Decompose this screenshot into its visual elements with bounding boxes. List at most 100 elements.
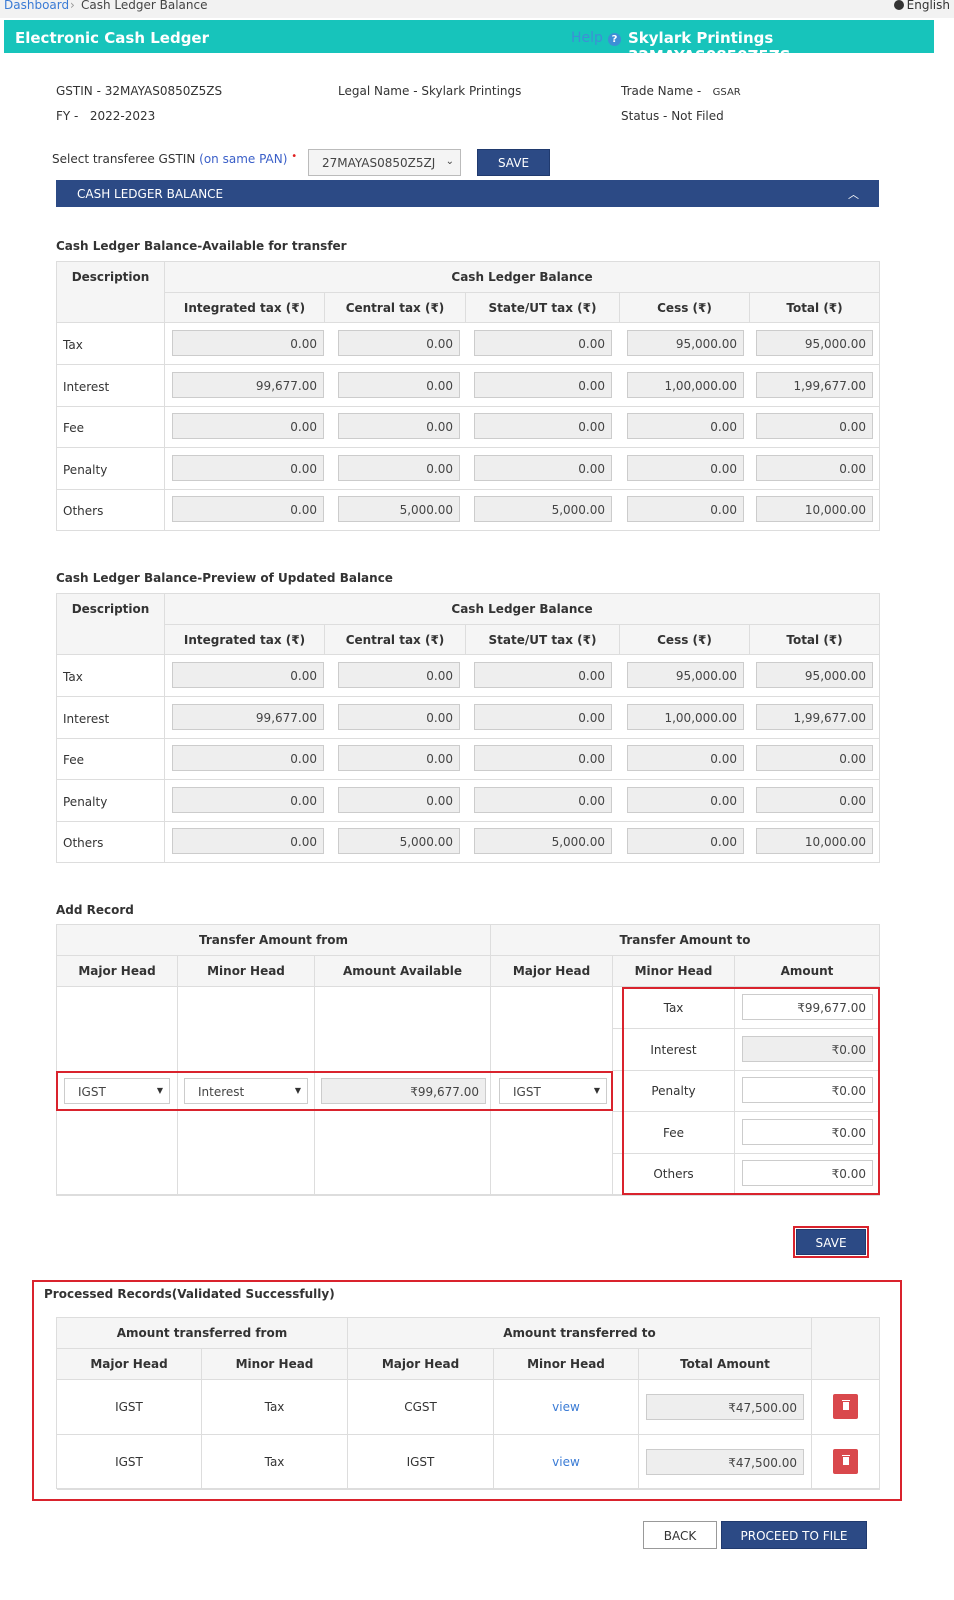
- transfer-from-header: Transfer Amount from: [57, 925, 491, 956]
- language-selector[interactable]: English: [893, 0, 950, 12]
- amount-field: 1,00,000.00: [627, 371, 744, 398]
- row-label-tax: Tax: [57, 655, 165, 697]
- view-link[interactable]: view: [552, 1455, 580, 1469]
- trash-icon: [842, 1455, 850, 1456]
- breadcrumb-bar: Dashboard › Cash Ledger Balance English: [0, 0, 954, 18]
- trash-icon: [842, 1400, 850, 1401]
- amount-field: 5,000.00: [338, 828, 460, 855]
- amount-field: 0.00: [627, 496, 744, 523]
- column-header: Minor Head: [202, 1349, 348, 1380]
- amount-field: 0.00: [474, 330, 612, 356]
- gstin-info: GSTIN - 32MAYAS0850Z5ZS: [56, 84, 223, 98]
- amount-field: 5,000.00: [474, 496, 612, 523]
- amount-field: 0.00: [338, 786, 460, 813]
- row-label-penalty: Penalty: [57, 447, 165, 490]
- cell-to-minor: view: [494, 1380, 639, 1435]
- amount-field: 0.00: [627, 413, 744, 440]
- help-icon[interactable]: ?: [608, 33, 621, 46]
- column-header: Total Amount: [639, 1349, 812, 1380]
- fy-value: 2022-2023: [89, 109, 156, 123]
- back-button[interactable]: BACK: [643, 1521, 717, 1549]
- row-label-penalty: Penalty: [57, 779, 165, 822]
- cell-from-minor: Tax: [202, 1380, 348, 1435]
- row-label-fee: Fee: [57, 738, 165, 781]
- trash-icon: [843, 1402, 849, 1410]
- save-highlight: [793, 1226, 869, 1258]
- amount-field: 0.00: [338, 454, 460, 481]
- available-title: Cash Ledger Balance-Available for transf…: [56, 239, 347, 253]
- transferee-label-text: Select transferee GSTIN: [52, 152, 196, 166]
- column-header: Amount Available: [315, 956, 491, 987]
- cell-from-major: IGST: [57, 1435, 202, 1490]
- amount-field: 0.00: [338, 371, 460, 398]
- column-header: Integrated tax (₹): [165, 625, 325, 655]
- amount-field: 1,99,677.00: [756, 703, 873, 730]
- column-header: Total (₹): [750, 293, 880, 323]
- globe-icon: [893, 0, 904, 10]
- fy-info: FY - 2022-2023: [56, 109, 155, 123]
- breadcrumb-dashboard-link[interactable]: Dashboard: [4, 0, 69, 12]
- proceed-to-file-button[interactable]: PROCEED TO FILE: [721, 1521, 867, 1549]
- amount-field: 0.00: [338, 703, 460, 730]
- amount-field: 0.00: [627, 828, 744, 855]
- column-header: Minor Head: [613, 956, 735, 987]
- cell-from-major: IGST: [57, 1380, 202, 1435]
- transferee-gstin-select[interactable]: 27MAYAS0850Z5ZJ ⌄: [308, 149, 461, 176]
- column-header: Major Head: [57, 1349, 202, 1380]
- to-amount-highlight: [622, 987, 880, 1195]
- amount-field: 0.00: [172, 413, 324, 440]
- amount-field: 0.00: [172, 786, 324, 813]
- row-label-others: Others: [57, 821, 165, 864]
- description-header: Description: [57, 594, 165, 655]
- breadcrumb-separator: ›: [70, 0, 75, 12]
- amount-field: 0.00: [338, 745, 460, 772]
- amount-field: 0.00: [756, 454, 873, 481]
- column-header: Major Head: [491, 956, 613, 987]
- amount-field: 1,00,000.00: [627, 703, 744, 730]
- total-amount-field: ₹47,500.00: [646, 1449, 804, 1475]
- section-title: CASH LEDGER BALANCE: [77, 187, 224, 201]
- required-mark: •: [291, 151, 298, 162]
- transferred-from-header: Amount transferred from: [57, 1318, 348, 1349]
- amount-field: 0.00: [474, 703, 612, 730]
- cell-text: IGST: [115, 1455, 143, 1469]
- amount-field: 0.00: [172, 496, 324, 523]
- column-header: Major Head: [57, 956, 178, 987]
- amount-field: 95,000.00: [627, 330, 744, 356]
- amount-field: 0.00: [474, 413, 612, 440]
- amount-field: 95,000.00: [756, 662, 873, 688]
- amount-field: 0.00: [474, 371, 612, 398]
- row-label-tax: Tax: [57, 323, 165, 365]
- amount-field: 0.00: [474, 786, 612, 813]
- column-header: Total (₹): [750, 625, 880, 655]
- trade-name-label: Trade Name -: [621, 84, 702, 98]
- amount-field: 5,000.00: [338, 496, 460, 523]
- add-record-table: Transfer Amount from Transfer Amount to Ma…: [56, 924, 880, 1196]
- breadcrumb-current: Cash Ledger Balance: [81, 0, 208, 12]
- amount-field: 0.00: [172, 330, 324, 356]
- column-header: Cess (₹): [620, 293, 750, 323]
- amount-field: 5,000.00: [474, 828, 612, 855]
- same-pan-note: (on same PAN): [199, 152, 288, 166]
- status-info: Status - Not Filed: [621, 109, 724, 123]
- taxpayer-name: Skylark Printings 32MAYAS0850Z5ZS: [628, 29, 791, 65]
- delete-record-button[interactable]: [833, 1394, 858, 1419]
- amount-field: 0.00: [474, 662, 612, 688]
- cell-text: IGST: [115, 1400, 143, 1414]
- transfer-to-header: Transfer Amount to: [491, 925, 880, 956]
- cash-ledger-balance-section-header[interactable]: CASH LEDGER BALANCE ︿: [56, 180, 879, 207]
- view-link[interactable]: view: [552, 1400, 580, 1414]
- delete-record-button[interactable]: [833, 1449, 858, 1474]
- row-label-interest: Interest: [57, 364, 165, 407]
- add-record-title: Add Record: [56, 903, 134, 917]
- chevron-up-icon[interactable]: ︿: [848, 186, 859, 202]
- column-header: Minor Head: [178, 956, 315, 987]
- cell-to-minor: view: [494, 1435, 639, 1490]
- amount-field: 0.00: [338, 413, 460, 440]
- help-link[interactable]: Help: [571, 30, 603, 46]
- trade-name-info: Trade Name - GSAR: [621, 84, 741, 98]
- cash-ledger-balance-header: Cash Ledger Balance: [165, 262, 880, 293]
- amount-field: 0.00: [627, 745, 744, 772]
- amount-field: 99,677.00: [172, 371, 324, 398]
- transferee-save-button[interactable]: SAVE: [477, 149, 550, 176]
